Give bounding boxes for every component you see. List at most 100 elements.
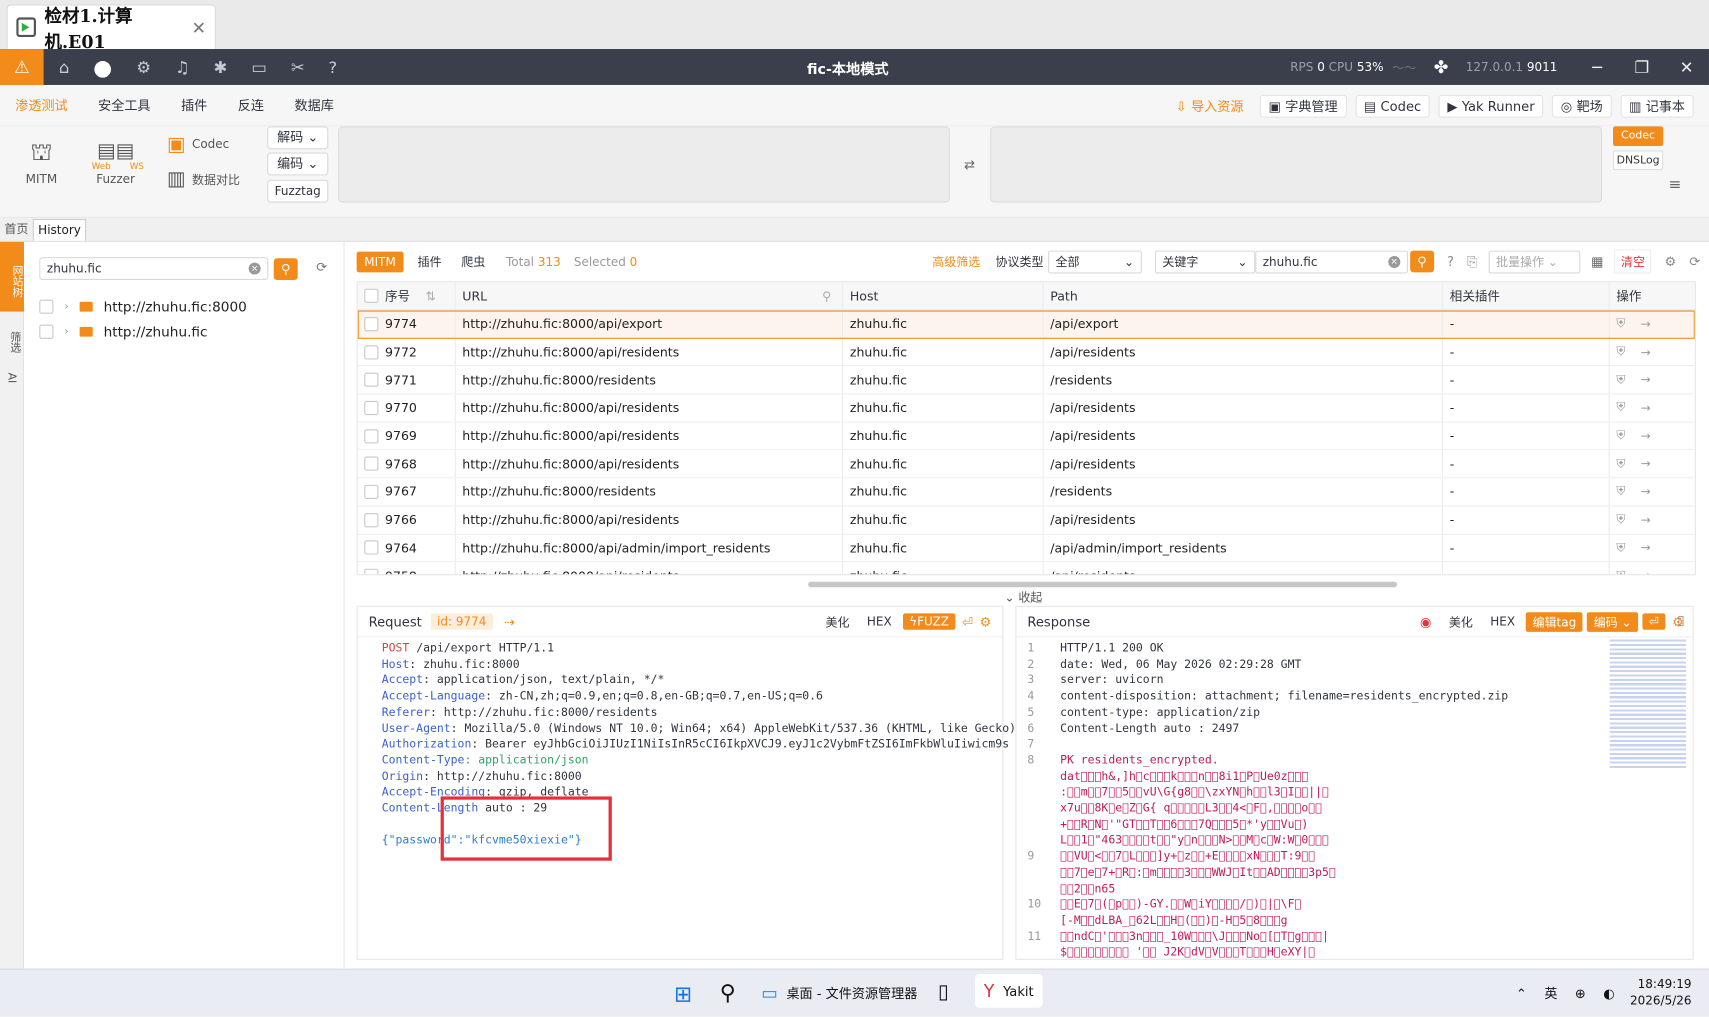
- arrow-right-icon[interactable]: →: [1641, 401, 1651, 415]
- shield-icon[interactable]: ⛨: [1616, 540, 1625, 555]
- arrow-right-icon[interactable]: →: [1641, 373, 1651, 387]
- clock[interactable]: 18:49:19 2026/5/26: [1630, 976, 1692, 1009]
- collapse-button[interactable]: ⌄ 收起: [1004, 588, 1042, 605]
- arrow-right-icon[interactable]: →: [1641, 485, 1651, 499]
- checkbox[interactable]: [364, 513, 378, 527]
- yakit-task[interactable]: Y Yakit: [975, 974, 1042, 1008]
- keyword-type-select[interactable]: 关键字 ⌄: [1155, 250, 1255, 273]
- ime-indicator[interactable]: 英: [1544, 984, 1557, 1003]
- explorer-task[interactable]: ▭ 桌面 - 文件资源管理器: [761, 983, 917, 1004]
- hex-button[interactable]: HEX: [860, 613, 898, 629]
- tab-crawler[interactable]: 爬虫: [454, 251, 493, 272]
- checkbox[interactable]: [364, 373, 378, 387]
- shield-icon[interactable]: ⛨: [1616, 316, 1625, 331]
- menu-security-tools[interactable]: 安全工具: [98, 96, 150, 115]
- checkbox[interactable]: [364, 429, 378, 443]
- chevron-up-icon[interactable]: ⌃: [1516, 985, 1527, 1000]
- chrome-icon[interactable]: ◉: [1420, 614, 1431, 629]
- wrap-icon[interactable]: ⏎: [1642, 613, 1665, 629]
- table-settings-icon[interactable]: ▦: [1591, 254, 1603, 269]
- response-minimap[interactable]: [1610, 640, 1686, 771]
- range-button[interactable]: ◎ 靶场: [1552, 95, 1611, 118]
- encode-button[interactable]: 编码 ⌄: [1587, 612, 1638, 632]
- arrow-right-icon[interactable]: →: [1641, 317, 1651, 331]
- edit-tag-button[interactable]: 编辑tag: [1526, 612, 1583, 632]
- tab-history[interactable]: History: [33, 219, 87, 241]
- close-window-icon[interactable]: ✕: [1664, 57, 1709, 77]
- help-icon[interactable]: ?: [1447, 254, 1454, 269]
- response-editor[interactable]: 1 HTTP/1.1 200 OK 2 date: Wed, 06 May 2026 …: [1016, 637, 1561, 961]
- link-icon[interactable]: ⇢: [504, 614, 515, 629]
- shield-icon[interactable]: ⛨: [1616, 484, 1625, 499]
- table-row[interactable]: 9768 http://zhuhu.fic:8000/api/residents z…: [358, 450, 1695, 478]
- shield-icon[interactable]: ⛨: [1616, 512, 1625, 527]
- close-tab-icon[interactable]: ✕: [192, 17, 207, 38]
- decode-select[interactable]: 解码 ⌄: [267, 126, 328, 149]
- arrow-right-icon[interactable]: →: [1641, 541, 1651, 555]
- arrow-right-icon[interactable]: →: [1641, 345, 1651, 359]
- shield-icon[interactable]: ⛨: [1616, 400, 1625, 415]
- beautify-button[interactable]: 美化: [819, 612, 856, 632]
- tree-search-button[interactable]: ⚲: [274, 258, 298, 280]
- search-icon[interactable]: ⚲: [720, 979, 736, 1005]
- tab-plugin[interactable]: 插件: [410, 251, 449, 272]
- clear-button[interactable]: 清空: [1614, 249, 1651, 273]
- minimize-icon[interactable]: ─: [1575, 57, 1620, 77]
- checkbox[interactable]: [364, 457, 378, 471]
- tree-node[interactable]: › http://zhuhu.fic:8000: [39, 299, 247, 315]
- shield-icon[interactable]: ⛨: [1616, 344, 1625, 359]
- dnslog-button[interactable]: DNSLog: [1613, 150, 1663, 170]
- compare-tool[interactable]: ▥ 数据对比: [167, 168, 240, 191]
- menu-database[interactable]: 数据库: [295, 96, 334, 115]
- warning-icon[interactable]: ⚠: [0, 49, 44, 85]
- horizontal-scrollbar[interactable]: [808, 582, 1397, 587]
- side-panel-icon[interactable]: ▯: [1677, 612, 1684, 627]
- restore-icon[interactable]: ❐: [1620, 57, 1665, 77]
- hex-button[interactable]: HEX: [1484, 613, 1522, 629]
- protocol-select[interactable]: 全部 ⌄: [1048, 250, 1142, 273]
- tools-icon[interactable]: ✂: [291, 57, 305, 77]
- shield-icon[interactable]: ⛨: [1616, 568, 1625, 575]
- home-icon[interactable]: ⌂: [59, 57, 69, 77]
- table-row[interactable]: 9771 http://zhuhu.fic:8000/residents zhuhu…: [358, 366, 1695, 394]
- start-button[interactable]: ⊞: [674, 981, 692, 1007]
- checkbox[interactable]: [364, 541, 378, 555]
- shield-icon[interactable]: ⛨: [1616, 428, 1625, 443]
- tree-search-input[interactable]: zhuhu.fic ✕: [39, 257, 268, 280]
- import-resource-button[interactable]: ⇩ 导入资源: [1168, 95, 1251, 118]
- batch-select[interactable]: 批量操作 ⌄: [1488, 250, 1580, 273]
- table-row[interactable]: 9772 http://zhuhu.fic:8000/api/residents z…: [358, 338, 1695, 366]
- keyword-input[interactable]: zhuhu.fic ✕: [1255, 250, 1408, 273]
- swap-icon[interactable]: ⇄: [964, 157, 975, 172]
- tab-mitm[interactable]: MITM: [357, 251, 404, 272]
- rail-ai[interactable]: AI: [5, 373, 17, 384]
- clear-icon[interactable]: ✕: [1388, 255, 1400, 267]
- checkbox[interactable]: [39, 300, 53, 314]
- fuzztag-button[interactable]: Fuzztag: [267, 180, 328, 203]
- export-icon[interactable]: ⎘: [1467, 253, 1477, 269]
- checkbox[interactable]: [364, 485, 378, 499]
- table-row[interactable]: 9764 http://zhuhu.fic:8000/api/admin/impo…: [358, 534, 1695, 562]
- arrow-right-icon[interactable]: →: [1641, 513, 1651, 527]
- col-id[interactable]: 序号 ⇅: [358, 282, 456, 309]
- checkbox[interactable]: [364, 289, 378, 303]
- codec-output-area[interactable]: [990, 126, 1602, 202]
- codec-input-area[interactable]: [338, 126, 950, 202]
- rail-sitetree[interactable]: 网站树: [0, 242, 24, 312]
- help-icon[interactable]: ?: [329, 57, 338, 77]
- gear-icon[interactable]: ⚙: [1664, 254, 1676, 269]
- chevron-right-icon[interactable]: ›: [64, 301, 68, 313]
- col-host[interactable]: Host: [843, 282, 1043, 309]
- gear-icon[interactable]: ⚙: [136, 57, 151, 77]
- window-tab[interactable]: 检材1.计算机.E01 ✕: [7, 4, 216, 49]
- beautify-button[interactable]: 美化: [1442, 612, 1479, 632]
- col-plugin[interactable]: 相关插件: [1443, 282, 1610, 309]
- dict-button[interactable]: ▣ 字典管理: [1260, 95, 1347, 118]
- notebook-button[interactable]: ▥ 记事本: [1620, 95, 1693, 118]
- file-icon[interactable]: ▯: [938, 981, 949, 1004]
- table-row[interactable]: 9767 http://zhuhu.fic:8000/residents zhuhu…: [358, 478, 1695, 506]
- sort-icon[interactable]: ≡: [1669, 176, 1682, 193]
- encode-select[interactable]: 编码 ⌄: [267, 153, 328, 176]
- refresh-icon[interactable]: ⟳: [316, 259, 327, 274]
- col-url[interactable]: URL ⚲: [456, 282, 844, 309]
